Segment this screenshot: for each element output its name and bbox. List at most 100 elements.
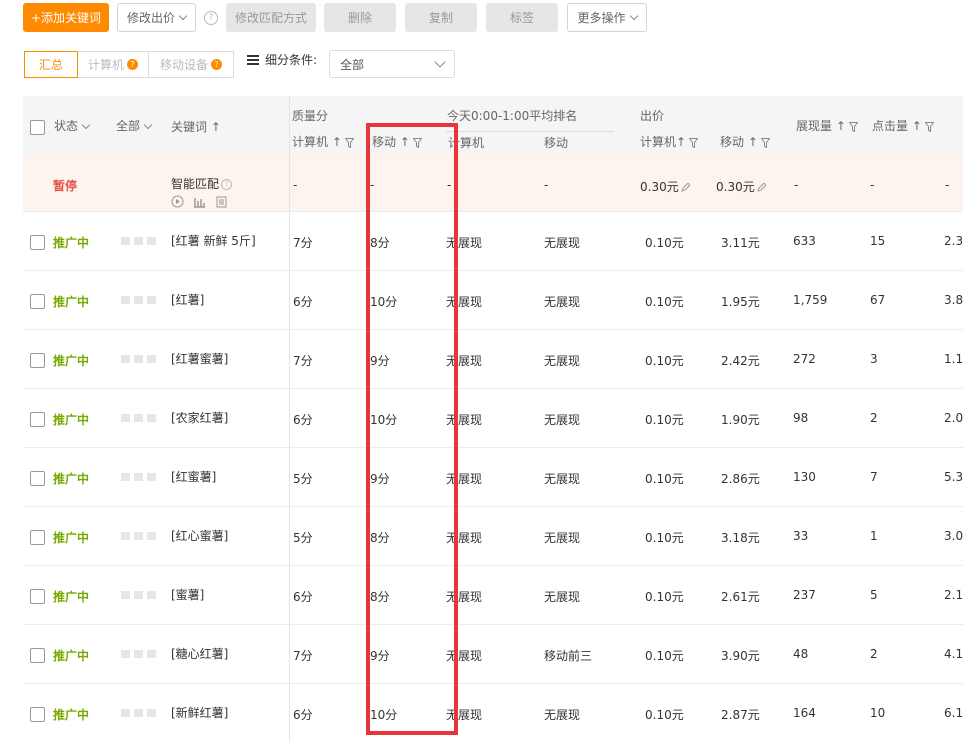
header-status[interactable]: 状态 <box>54 117 91 134</box>
header-bid-mobile[interactable]: 移动 ↑ <box>720 133 770 150</box>
row-keyword[interactable]: [红薯] <box>171 291 204 308</box>
row-checkbox[interactable] <box>30 707 45 722</box>
filter-icon <box>412 137 422 148</box>
add-keyword-button[interactable]: +添加关键词 <box>23 3 109 32</box>
row-r-mobile: 无展现 <box>544 354 581 368</box>
bar-chart-icon[interactable] <box>193 195 206 208</box>
header-all[interactable]: 全部 <box>116 117 153 134</box>
row-b-mobile[interactable]: 2.61元 <box>721 588 760 605</box>
row-keyword[interactable]: [蜜薯] <box>171 586 204 603</box>
filter-icon <box>344 137 354 148</box>
help-icon[interactable]: ? <box>204 10 218 25</box>
more-actions-button[interactable]: 更多操作 <box>567 3 647 32</box>
tab-computer-label: 计算机 <box>87 58 124 72</box>
modify-match-button[interactable]: 修改匹配方式 <box>226 3 316 32</box>
row-divider <box>23 270 963 271</box>
row-b-pc[interactable]: 0.10元 <box>645 352 684 369</box>
header-keyword[interactable]: 关键词 ↑ <box>171 118 221 135</box>
row-impressions: 164 <box>793 706 816 720</box>
row-status: 推广中 <box>53 236 90 250</box>
row-b-pc[interactable]: 0.10元 <box>645 588 684 605</box>
row-q-mobile: 8分 <box>370 236 390 250</box>
row-impressions: 33 <box>793 529 809 543</box>
row-b-mobile[interactable]: 3.11元 <box>721 234 760 251</box>
row-placeholder-blocks <box>121 414 156 422</box>
sort-arrow-icon: ↑ <box>210 120 221 134</box>
row-placeholder-blocks <box>121 473 156 481</box>
row-b-pc[interactable]: 0.10元 <box>645 529 684 546</box>
row-keyword[interactable]: [红心蜜薯] <box>171 527 228 544</box>
row-checkbox[interactable] <box>30 471 45 486</box>
sort-arrow-icon: ↑ <box>911 119 922 133</box>
paused-row-bid-mobile[interactable]: 0.30元 <box>716 178 766 195</box>
row-b-pc[interactable]: 0.10元 <box>645 706 684 723</box>
row-checkbox[interactable] <box>30 530 45 545</box>
header-clicks[interactable]: 点击量 ↑ <box>872 117 934 134</box>
row-keyword[interactable]: [红蜜薯] <box>171 468 216 485</box>
play-icon[interactable] <box>171 195 184 208</box>
row-b-pc[interactable]: 0.10元 <box>645 647 684 664</box>
modify-bid-button[interactable]: 修改出价 <box>117 3 196 32</box>
tab-mobile[interactable]: 移动设备 ? <box>149 51 234 78</box>
row-placeholder-blocks <box>121 355 156 363</box>
delete-button[interactable]: 删除 <box>324 3 396 32</box>
row-checkbox[interactable] <box>30 294 45 309</box>
row-b-mobile[interactable]: 3.18元 <box>721 529 760 546</box>
paused-row-quality-pc: - <box>293 178 298 192</box>
paused-row-bid-pc[interactable]: 0.30元 <box>640 178 690 195</box>
row-keyword[interactable]: [红薯蜜薯] <box>171 350 228 367</box>
header-impressions[interactable]: 展现量 ↑ <box>796 117 858 134</box>
row-q-pc: 7分 <box>293 649 313 663</box>
filter-label: 细分条件: <box>265 53 318 67</box>
paused-row-background <box>23 154 963 211</box>
header-rank-mobile: 移动 <box>544 136 569 150</box>
select-all-checkbox[interactable] <box>30 120 45 135</box>
row-b-mobile[interactable]: 1.95元 <box>721 293 760 310</box>
row-b-mobile[interactable]: 2.42元 <box>721 352 760 369</box>
paused-row-keyword: 智能匹配? <box>171 175 233 192</box>
row-extra: 4.17 <box>944 647 963 661</box>
row-r-mobile: 无展现 <box>544 708 581 722</box>
row-checkbox[interactable] <box>30 235 45 250</box>
row-keyword[interactable]: [新鲜红薯] <box>171 704 228 721</box>
row-keyword[interactable]: [红薯 新鲜 5斤] <box>171 232 256 249</box>
sort-arrow-icon: ↑ <box>835 119 846 133</box>
row-q-mobile: 10分 <box>370 413 398 427</box>
tab-computer[interactable]: 计算机 ? <box>78 51 149 78</box>
row-placeholder-blocks <box>121 709 156 717</box>
header-rank-pc: 计算机 <box>448 136 485 150</box>
clipboard-icon[interactable] <box>215 195 228 208</box>
filter-select[interactable]: 全部 <box>329 50 455 78</box>
row-r-mobile: 无展现 <box>544 531 581 545</box>
row-impressions: 98 <box>793 411 809 425</box>
row-checkbox[interactable] <box>30 648 45 663</box>
tab-summary[interactable]: 汇总 <box>24 51 78 78</box>
row-keyword[interactable]: [糖心红薯] <box>171 645 228 662</box>
tag-button[interactable]: 标签 <box>486 3 558 32</box>
highlight-box <box>366 123 458 735</box>
header-bid-pc[interactable]: 计算机↑ <box>640 133 699 150</box>
sort-arrow-icon: ↑ <box>747 135 758 149</box>
modify-bid-label: 修改出价 <box>126 11 175 25</box>
row-b-mobile[interactable]: 2.87元 <box>721 706 760 723</box>
copy-button[interactable]: 复制 <box>405 3 477 32</box>
filter-select-value: 全部 <box>340 57 365 72</box>
row-checkbox[interactable] <box>30 412 45 427</box>
filter-icon <box>760 137 770 148</box>
row-checkbox[interactable] <box>30 589 45 604</box>
row-impressions: 1,759 <box>793 293 828 307</box>
row-b-mobile[interactable]: 3.90元 <box>721 647 760 664</box>
row-b-pc[interactable]: 0.10元 <box>645 234 684 251</box>
row-keyword[interactable]: [农家红薯] <box>171 409 228 426</box>
row-b-pc[interactable]: 0.10元 <box>645 470 684 487</box>
row-b-pc[interactable]: 0.10元 <box>645 293 684 310</box>
row-checkbox[interactable] <box>30 353 45 368</box>
paused-row-status: 暂停 <box>53 179 78 193</box>
row-status: 推广中 <box>53 590 90 604</box>
row-b-pc[interactable]: 0.10元 <box>645 411 684 428</box>
row-q-mobile: 10分 <box>370 295 398 309</box>
row-b-mobile[interactable]: 1.90元 <box>721 411 760 428</box>
header-quality-mobile[interactable]: 移动 ↑ <box>372 133 422 150</box>
row-b-mobile[interactable]: 2.86元 <box>721 470 760 487</box>
header-quality-pc[interactable]: 计算机 ↑ <box>292 133 354 150</box>
